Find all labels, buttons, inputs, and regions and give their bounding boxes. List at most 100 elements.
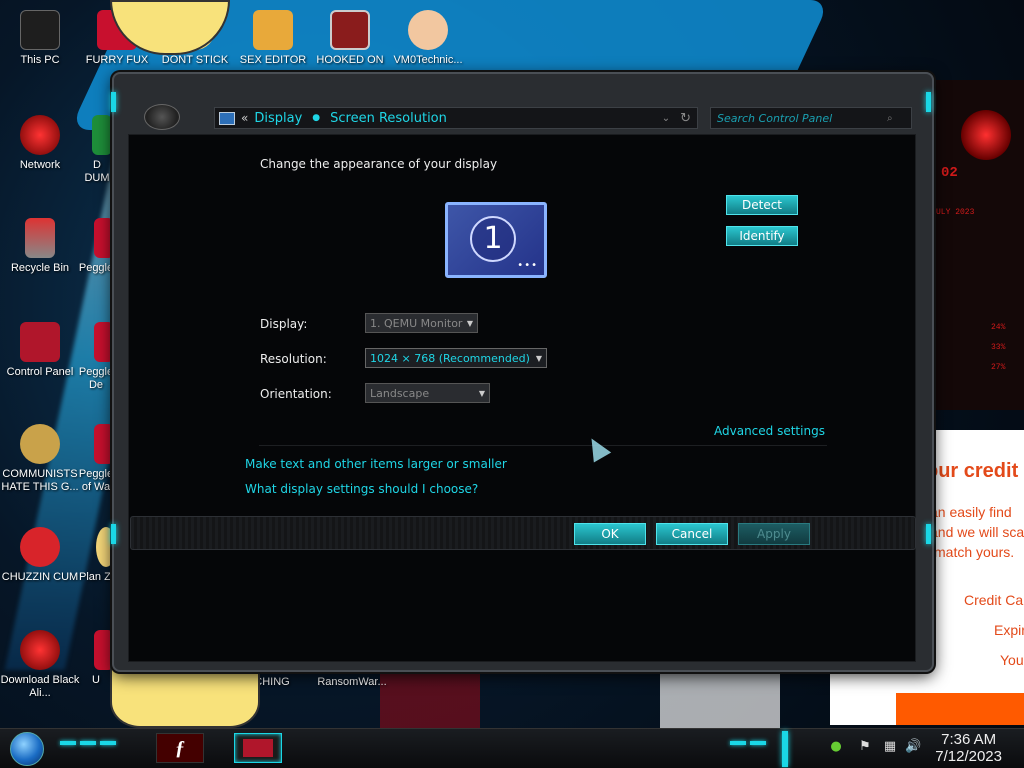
text-size-link[interactable]: Make text and other items larger or smal…: [245, 457, 507, 471]
system-clock[interactable]: 7:36 AM 7/12/2023: [935, 731, 1002, 765]
alien-icon: [20, 630, 60, 670]
flash-icon: ƒ: [175, 737, 185, 759]
taskbar-control-panel-button[interactable]: [234, 733, 282, 763]
breadcrumb-display[interactable]: Display: [254, 111, 302, 126]
resolution-select-value: 1024 × 768 (Recommended): [370, 351, 530, 365]
desktop-icon-recycle-bin[interactable]: Recycle Bin: [0, 218, 80, 275]
taskbar-led: [60, 741, 76, 745]
breadcrumb-screen-resolution[interactable]: Screen Resolution: [330, 111, 447, 126]
display-select-value: 1. QEMU Monitor: [370, 316, 463, 330]
window-led: [926, 92, 931, 112]
orientation-label: Orientation:: [260, 387, 332, 401]
show-desktop-strip[interactable]: [782, 731, 788, 767]
action-center-flag-icon[interactable]: ⚑: [857, 739, 873, 755]
apply-button[interactable]: Apply: [738, 523, 810, 545]
desktop-icon-peggle-de[interactable]: Peggle De: [76, 322, 116, 392]
screen-resolution-window: « Display ● Screen Resolution ⌄ ↻ ⌕ Chan…: [111, 72, 934, 672]
chevron-down-icon: ▼: [478, 388, 485, 398]
wallpaper-shoes: [380, 670, 780, 730]
section-divider: [259, 445, 827, 446]
alienware-widget-panel: 02 ULY 2023 24% 33% 27%: [929, 80, 1024, 410]
ok-button[interactable]: OK: [574, 523, 646, 545]
web-line: an easily find: [930, 504, 1012, 520]
widget-badge-1: 02: [941, 165, 958, 181]
network-tray-icon[interactable]: ▦: [882, 739, 898, 755]
chevron-down-icon: ▼: [466, 318, 473, 328]
window-led: [926, 524, 931, 544]
search-icon[interactable]: ⌕: [887, 113, 893, 124]
widget-badge-2: ULY 2023: [936, 208, 975, 217]
monitor-preview[interactable]: 1 •••: [445, 202, 547, 278]
control-panel-icon: [20, 322, 60, 362]
chuzzle-icon: [20, 527, 60, 567]
peggle-icon: [94, 322, 114, 362]
window-led: [111, 524, 116, 544]
alien-head-icon: [961, 110, 1011, 160]
web-line: Expir: [994, 622, 1024, 638]
web-line: and we will sca: [930, 524, 1024, 540]
desktop-icon-peggle-of-wa[interactable]: Peggle of Wa: [76, 424, 116, 494]
peggle-icon: [94, 424, 114, 464]
tray-green-icon[interactable]: ●: [828, 739, 844, 755]
network-icon: [20, 115, 60, 155]
taskbar-led: [100, 741, 116, 745]
doctor-icon: [408, 10, 448, 50]
web-line: Credit Car: [964, 592, 1024, 608]
start-button[interactable]: [10, 732, 44, 766]
peggle-icon: [94, 218, 114, 258]
widget-badge-3: 24%: [991, 323, 1006, 332]
widget-badge-5: 27%: [991, 363, 1006, 372]
mouse-cursor-icon: [582, 433, 612, 463]
button-bar: OK Cancel Apply: [130, 516, 916, 550]
breadcrumb-separator-icon: ●: [312, 113, 321, 123]
identify-button[interactable]: Identify: [726, 226, 798, 246]
display-label: Display:: [260, 317, 308, 331]
web-orange-button: [896, 693, 1024, 725]
web-headline: our credit: [926, 460, 1019, 482]
clock-date: 7/12/2023: [935, 748, 1002, 765]
desktop-icon-sex-editor[interactable]: SEX EDITOR: [233, 10, 313, 67]
address-dropdown-icon[interactable]: ⌄: [662, 113, 670, 124]
breadcrumb-back-chevron[interactable]: «: [241, 111, 248, 125]
window-led: [111, 92, 116, 112]
app-icon: [330, 10, 370, 50]
desktop-icon-chuzzin-cum[interactable]: CHUZZIN CUM: [0, 527, 80, 584]
refresh-icon[interactable]: ↻: [680, 111, 691, 126]
desktop-icon-control-panel[interactable]: Control Panel: [0, 322, 80, 379]
taskbar-flash-button[interactable]: ƒ: [156, 733, 204, 763]
cancel-button[interactable]: Cancel: [656, 523, 728, 545]
display-select[interactable]: 1. QEMU Monitor ▼: [365, 313, 478, 333]
orientation-select[interactable]: Landscape ▼: [365, 383, 490, 403]
display-icon: [219, 111, 235, 125]
resolution-select[interactable]: 1024 × 768 (Recommended) ▼: [365, 348, 547, 368]
desktop-icon-hooked-on[interactable]: HOOKED ON: [310, 10, 390, 67]
web-line: Your: [1000, 652, 1024, 668]
address-bar[interactable]: « Display ● Screen Resolution ⌄ ↻: [214, 107, 698, 129]
taskbar: ƒ ● ⚑ ▦ 🔊 7:36 AM 7/12/2023: [0, 728, 1024, 768]
page-heading: Change the appearance of your display: [260, 157, 498, 171]
detect-button[interactable]: Detect: [726, 195, 798, 215]
volume-icon[interactable]: 🔊: [905, 739, 921, 755]
taskbar-led: [730, 741, 746, 745]
desktop-icon-this-pc[interactable]: This PC: [0, 10, 80, 67]
money-bag-icon: [20, 424, 60, 464]
control-panel-icon: [243, 739, 273, 757]
desktop-icon-vm0technic[interactable]: VM0Technic...: [388, 10, 468, 67]
back-forward-orb[interactable]: [144, 104, 180, 130]
clock-time: 7:36 AM: [941, 731, 997, 748]
desktop-icon-download-black-ali[interactable]: Download Black Ali...: [0, 630, 80, 700]
desktop-icon-ransomware[interactable]: RansomWar...: [312, 676, 392, 689]
orientation-select-value: Landscape: [370, 386, 430, 400]
taskbar-led: [80, 741, 96, 745]
advanced-settings-link[interactable]: Advanced settings: [714, 424, 825, 438]
desktop-icon-d-dum[interactable]: D DUM: [62, 115, 112, 185]
monitor-number: 1: [470, 216, 516, 262]
desktop-icon-communists[interactable]: COMMUNISTS HATE THIS G...: [0, 424, 80, 494]
desktop-icon-peggle[interactable]: Peggle: [76, 218, 116, 275]
search-input[interactable]: [717, 111, 887, 125]
chevron-down-icon: ▼: [535, 353, 542, 363]
app-icon: [92, 115, 112, 155]
search-box[interactable]: ⌕: [710, 107, 912, 129]
computer-icon: [20, 10, 60, 50]
display-settings-help-link[interactable]: What display settings should I choose?: [245, 482, 478, 496]
